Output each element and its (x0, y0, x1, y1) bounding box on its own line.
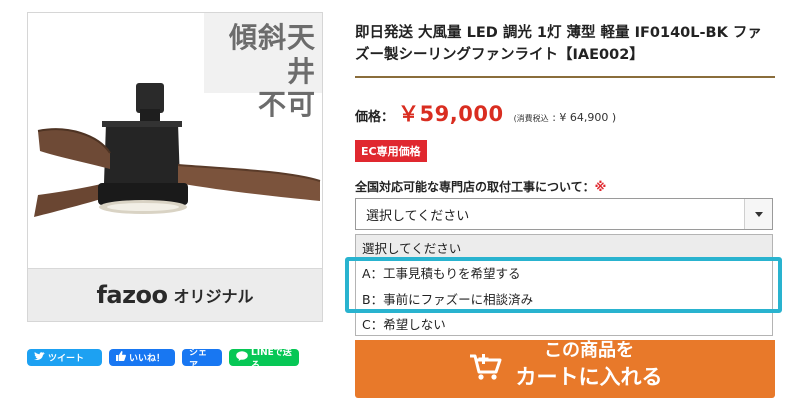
dropdown-option-c[interactable]: C：希望しない (356, 311, 772, 336)
tax-note-value: : ¥ 64,900 ) (552, 111, 617, 124)
line-icon (236, 351, 248, 364)
ec-exclusive-badge: EC専用価格 (355, 140, 427, 162)
tweet-button[interactable]: ツイート (27, 349, 102, 366)
brand-subtitle: オリジナル (173, 287, 254, 306)
line-share-button[interactable]: LINEで送る (229, 348, 299, 371)
select-toggle[interactable] (744, 199, 772, 229)
brand-band: fazoo オリジナル (28, 268, 322, 321)
product-image: 傾斜天井 不可 fazoo オリジナル (27, 12, 323, 322)
tax-included-price: (消費税込 : ¥ 64,900 ) (514, 111, 617, 124)
cart-label-line2: カートに入れる (515, 365, 663, 389)
share-buttons: ツイート いいね！ シェア LINEで送る (27, 348, 299, 371)
tax-note-prefix: (消費税込 (513, 114, 549, 123)
title-divider (355, 76, 775, 78)
install-option-label: 全国対応可能な専門店の取付工事について：※ (355, 178, 606, 195)
install-select-value: 選択してください (366, 208, 470, 224)
price-label: 価格： (355, 110, 395, 125)
cart-label-line1: この商品を (544, 340, 634, 361)
twitter-bird-icon (34, 351, 45, 364)
price-row: 価格： ￥59,000 (消費税込 : ¥ 64,900 ) (355, 98, 616, 128)
product-title: 即日発送 大風量 LED 調光 1灯 薄型 軽量 IF0140L-BK ファズー… (355, 25, 762, 63)
cart-icon (468, 352, 502, 386)
like-label: いいね！ (129, 354, 166, 364)
thumbs-up-icon (116, 351, 126, 364)
tweet-label: ツイート (48, 354, 85, 364)
cart-button-label: この商品を カートに入れる (516, 340, 663, 390)
ceiling-fan-photo (34, 83, 321, 217)
chevron-down-icon (754, 211, 763, 217)
install-option-select[interactable]: 選択してください (355, 198, 773, 230)
brand-logo: fazoo (96, 281, 168, 309)
required-mark: ※ (594, 180, 607, 194)
add-to-cart-button[interactable]: この商品を カートに入れる (355, 340, 775, 398)
install-label-text: 全国対応可能な専門店の取付工事について： (355, 180, 595, 194)
highlight-annotation (345, 257, 782, 313)
share-label: シェア (189, 347, 208, 371)
share-button[interactable]: シェア (182, 348, 222, 371)
like-button[interactable]: いいね！ (109, 349, 175, 366)
line-label: LINEで送る (251, 347, 292, 371)
price-value: ￥59,000 (398, 102, 504, 126)
